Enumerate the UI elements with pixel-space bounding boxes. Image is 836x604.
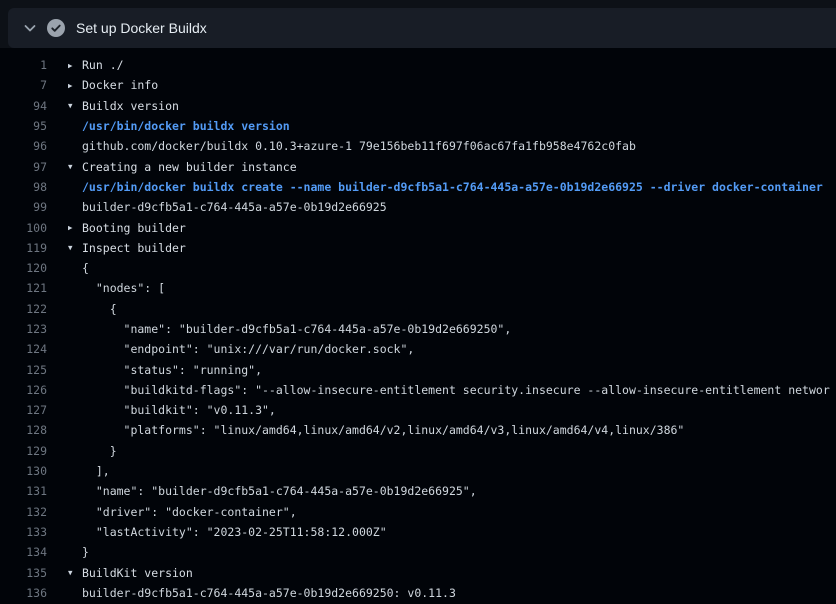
triangle-right-icon[interactable]: ▶ (68, 81, 82, 90)
output-text: { (82, 302, 117, 316)
line-number[interactable]: 123 (0, 322, 47, 336)
log-line-130: 130 ], (0, 461, 836, 481)
line-number[interactable]: 124 (0, 342, 47, 356)
triangle-right-icon[interactable]: ▶ (68, 61, 82, 70)
triangle-down-icon[interactable]: ▼ (68, 101, 82, 110)
output-text: "buildkit": "v0.11.3", (82, 403, 276, 417)
command-text: /usr/bin/docker buildx version (82, 119, 290, 133)
log-line-129: 129 } (0, 441, 836, 461)
log-line-120: 120 { (0, 258, 836, 278)
output-text: ], (82, 464, 110, 478)
line-number[interactable]: 96 (0, 139, 47, 153)
check-circle-icon (47, 19, 65, 37)
log-line-125: 125 "status": "running", (0, 359, 836, 379)
log-line-98: 98/usr/bin/docker buildx create --name b… (0, 177, 836, 197)
step-title: Set up Docker Buildx (76, 8, 207, 48)
output-text: "platforms": "linux/amd64,linux/amd64/v2… (82, 423, 684, 437)
line-number[interactable]: 121 (0, 281, 47, 295)
log-line-134: 134} (0, 542, 836, 562)
workflow-log-page: Set up Docker Buildx 1▶Run ./7▶Docker in… (0, 0, 836, 603)
log-line-95: 95/usr/bin/docker buildx version (0, 116, 836, 136)
line-number[interactable]: 125 (0, 363, 47, 377)
line-number[interactable]: 97 (0, 160, 47, 174)
log-line-126: 126 "buildkitd-flags": "--allow-insecure… (0, 380, 836, 400)
log-line-133: 133 "lastActivity": "2023-02-25T11:58:12… (0, 522, 836, 542)
output-text: { (82, 261, 89, 275)
line-number[interactable]: 133 (0, 525, 47, 539)
log-line-7[interactable]: 7 ▶Docker info (0, 75, 836, 95)
line-number[interactable]: 95 (0, 119, 47, 133)
output-text: "status": "running", (82, 363, 262, 377)
output-text: "driver": "docker-container", (82, 505, 297, 519)
log-area: 1▶Run ./7▶Docker info94▼Buildx version95… (0, 48, 836, 603)
log-line-97[interactable]: 97 ▼Creating a new builder instance (0, 156, 836, 176)
triangle-down-icon[interactable]: ▼ (68, 162, 82, 171)
triangle-down-icon[interactable]: ▼ (68, 243, 82, 252)
output-text: github.com/docker/buildx 0.10.3+azure-1 … (82, 139, 636, 153)
line-number[interactable]: 135 (0, 566, 47, 580)
output-text: builder-d9cfb5a1-c764-445a-a57e-0b19d2e6… (82, 200, 387, 214)
log-line-119[interactable]: 119 ▼Inspect builder (0, 238, 836, 258)
group-title: Buildx version (82, 99, 179, 113)
output-text: } (82, 545, 89, 559)
line-number[interactable]: 7 (0, 78, 47, 92)
line-number[interactable]: 122 (0, 302, 47, 316)
line-number[interactable]: 136 (0, 586, 47, 600)
line-number[interactable]: 1 (0, 58, 47, 72)
log-line-135[interactable]: 135 ▼BuildKit version (0, 562, 836, 582)
line-number[interactable]: 126 (0, 383, 47, 397)
step-header-wrap: Set up Docker Buildx (0, 0, 836, 48)
output-text: "name": "builder-d9cfb5a1-c764-445a-a57e… (82, 484, 477, 498)
log-line-94[interactable]: 94 ▼Buildx version (0, 96, 836, 116)
log-line-123: 123 "name": "builder-d9cfb5a1-c764-445a-… (0, 319, 836, 339)
log-line-121: 121 "nodes": [ (0, 278, 836, 298)
log-line-132: 132 "driver": "docker-container", (0, 502, 836, 522)
group-title: Run ./ (82, 58, 124, 72)
log-line-127: 127 "buildkit": "v0.11.3", (0, 400, 836, 420)
output-text: "nodes": [ (82, 281, 165, 295)
log-line-128: 128 "platforms": "linux/amd64,linux/amd6… (0, 420, 836, 440)
group-title: Docker info (82, 78, 158, 92)
output-text: "endpoint": "unix:///var/run/docker.sock… (82, 342, 414, 356)
log-line-1[interactable]: 1 ▶Run ./ (0, 55, 836, 75)
log-line-100[interactable]: 100 ▶Booting builder (0, 217, 836, 237)
line-number[interactable]: 130 (0, 464, 47, 478)
output-text: "name": "builder-d9cfb5a1-c764-445a-a57e… (82, 322, 511, 336)
log-line-124: 124 "endpoint": "unix:///var/run/docker.… (0, 339, 836, 359)
line-number[interactable]: 120 (0, 261, 47, 275)
line-number[interactable]: 99 (0, 200, 47, 214)
output-text: "buildkitd-flags": "--allow-insecure-ent… (82, 383, 830, 397)
output-text: builder-d9cfb5a1-c764-445a-a57e-0b19d2e6… (82, 586, 456, 600)
output-text: } (82, 444, 117, 458)
line-number[interactable]: 100 (0, 221, 47, 235)
line-number[interactable]: 94 (0, 99, 47, 113)
line-number[interactable]: 127 (0, 403, 47, 417)
log-line-96: 96 github.com/docker/buildx 0.10.3+azure-… (0, 136, 836, 156)
line-number[interactable]: 131 (0, 484, 47, 498)
log-line-122: 122 { (0, 299, 836, 319)
group-title: Booting builder (82, 221, 186, 235)
log-line-131: 131 "name": "builder-d9cfb5a1-c764-445a-… (0, 481, 836, 501)
line-number[interactable]: 132 (0, 505, 47, 519)
line-number[interactable]: 119 (0, 241, 47, 255)
log-line-99: 99 builder-d9cfb5a1-c764-445a-a57e-0b19d2… (0, 197, 836, 217)
log-line-136: 136 builder-d9cfb5a1-c764-445a-a57e-0b19d… (0, 583, 836, 603)
line-number[interactable]: 129 (0, 444, 47, 458)
command-text: /usr/bin/docker buildx create --name bui… (82, 180, 823, 194)
group-title: Creating a new builder instance (82, 160, 297, 174)
triangle-right-icon[interactable]: ▶ (68, 223, 82, 232)
line-number[interactable]: 98 (0, 180, 47, 194)
output-text: "lastActivity": "2023-02-25T11:58:12.000… (82, 525, 387, 539)
step-header[interactable]: Set up Docker Buildx (8, 8, 836, 48)
group-title: Inspect builder (82, 241, 186, 255)
line-number[interactable]: 128 (0, 423, 47, 437)
chevron-down-icon[interactable] (22, 20, 38, 36)
triangle-down-icon[interactable]: ▼ (68, 568, 82, 577)
group-title: BuildKit version (82, 566, 193, 580)
line-number[interactable]: 134 (0, 545, 47, 559)
